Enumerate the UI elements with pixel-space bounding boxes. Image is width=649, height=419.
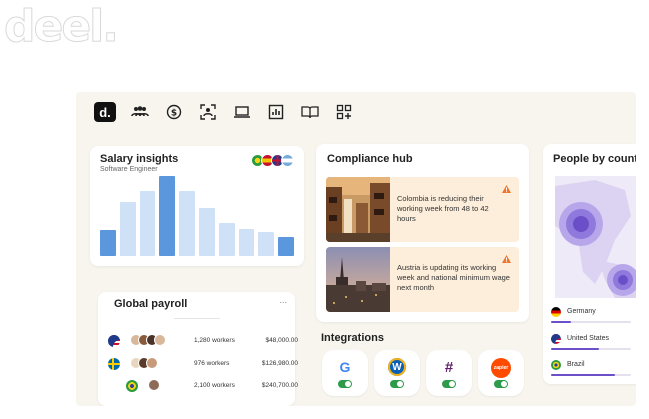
integration-toggle[interactable] <box>390 380 404 388</box>
salary-bar <box>159 176 176 256</box>
payroll-amount: $48,000.00 <box>265 337 298 344</box>
warning-icon <box>502 185 511 193</box>
book-icon[interactable] <box>300 102 320 122</box>
people-by-country-card[interactable]: People by countr Germany United States B… <box>543 144 636 384</box>
more-options-icon[interactable]: ... <box>279 295 287 305</box>
worker-count: 2,100 workers <box>194 382 235 389</box>
country-row[interactable]: United States <box>551 334 631 350</box>
zapier-icon: zapier <box>491 358 511 378</box>
compliance-news-item[interactable]: Austria is updating its working week and… <box>326 247 519 312</box>
slack-icon: # <box>444 358 454 376</box>
integration-google[interactable]: G <box>322 350 368 396</box>
brazil-flag-icon <box>551 360 561 370</box>
laptop-icon[interactable] <box>232 102 252 122</box>
people-by-country-title: People by countr <box>553 153 636 165</box>
germany-flag-icon <box>551 307 561 317</box>
integrations-title: Integrations <box>321 332 384 344</box>
app-mark[interactable]: d. <box>94 102 116 122</box>
integration-toggle[interactable] <box>338 380 352 388</box>
salary-bar <box>179 190 195 256</box>
avatar <box>146 357 158 369</box>
salary-insights-title: Salary insights <box>100 153 179 165</box>
country-name: Brazil <box>567 361 585 368</box>
country-progress-bar <box>551 374 631 376</box>
world-map <box>555 176 636 298</box>
avatar <box>154 334 166 346</box>
news-text: Colombia is reducing their working week … <box>397 194 489 223</box>
chart-icon[interactable] <box>266 102 286 122</box>
integration-toggle[interactable] <box>442 380 456 388</box>
global-payroll-card[interactable]: Global payroll ... 1,280 workers $48,000… <box>98 292 298 406</box>
sweden-flag-icon <box>108 358 120 370</box>
integration-zapier[interactable]: zapier <box>478 350 524 396</box>
colombia-street-image <box>326 177 390 242</box>
country-progress-bar <box>551 348 631 350</box>
brazil-flag-icon <box>126 380 138 392</box>
salary-bar <box>238 229 255 256</box>
payroll-amount: $240,700.00 <box>261 382 298 389</box>
compliance-hub-title: Compliance hub <box>327 153 413 165</box>
id-scan-icon[interactable] <box>198 102 218 122</box>
salary-insights-subtitle: Software Engineer <box>100 166 158 173</box>
country-name: Germany <box>567 308 596 315</box>
people-icon[interactable] <box>130 102 150 122</box>
title-underline <box>174 318 220 319</box>
integration-w-app[interactable]: W <box>374 350 420 396</box>
compliance-news-item[interactable]: Colombia is reducing their working week … <box>326 177 519 242</box>
worker-avatars <box>148 379 160 391</box>
worker-avatars <box>130 334 166 346</box>
deel-logo: deel. <box>4 1 120 52</box>
worker-count: 976 workers <box>194 360 230 367</box>
warning-icon <box>502 255 511 263</box>
country-progress-fill <box>551 348 599 350</box>
salary-bar <box>100 229 116 256</box>
integration-toggle[interactable] <box>494 380 508 388</box>
worker-avatars <box>130 357 158 369</box>
salary-bar-chart <box>100 176 294 256</box>
country-flags <box>251 154 294 167</box>
country-progress-fill <box>551 321 571 323</box>
toolbar: d. $ <box>94 102 354 122</box>
global-payroll-title: Global payroll <box>114 298 188 310</box>
payroll-row[interactable]: 2,100 workers $240,700.00 <box>108 379 298 393</box>
app-window: d. $ Salary insights Software Engineer G… <box>76 92 636 406</box>
avatar <box>148 379 160 391</box>
vienna-city-image <box>326 247 390 312</box>
argentina-flag-icon <box>281 154 294 167</box>
salary-bar <box>198 207 215 256</box>
dollar-icon[interactable]: $ <box>164 102 184 122</box>
news-text: Austria is updating its working week and… <box>397 263 510 292</box>
salary-insights-card[interactable]: Salary insights Software Engineer <box>90 146 304 266</box>
salary-bar <box>258 231 275 256</box>
payroll-row[interactable]: 976 workers $126,980.00 <box>108 357 298 371</box>
salary-bar <box>119 202 136 256</box>
salary-bar <box>139 190 156 256</box>
country-progress-fill <box>551 374 615 376</box>
salary-bar <box>218 223 235 256</box>
country-name: United States <box>567 335 610 342</box>
payroll-row[interactable]: 1,280 workers $48,000.00 <box>108 334 298 348</box>
worker-count: 1,280 workers <box>194 337 235 344</box>
us-flag-icon <box>108 335 120 347</box>
google-icon: G <box>339 359 351 375</box>
country-row[interactable]: Germany <box>551 307 631 323</box>
integration-slack[interactable]: # <box>426 350 472 396</box>
us-flag-icon <box>551 334 561 344</box>
compliance-hub-card[interactable]: Compliance hub Colombia is reducing thei… <box>316 144 529 322</box>
country-row[interactable]: Brazil <box>551 360 631 376</box>
apps-icon[interactable] <box>334 102 354 122</box>
salary-bar <box>278 237 294 256</box>
w-app-icon: W <box>388 358 406 376</box>
payroll-amount: $126,980.00 <box>261 360 298 367</box>
svg-text:$: $ <box>171 109 177 119</box>
country-progress-bar <box>551 321 631 323</box>
